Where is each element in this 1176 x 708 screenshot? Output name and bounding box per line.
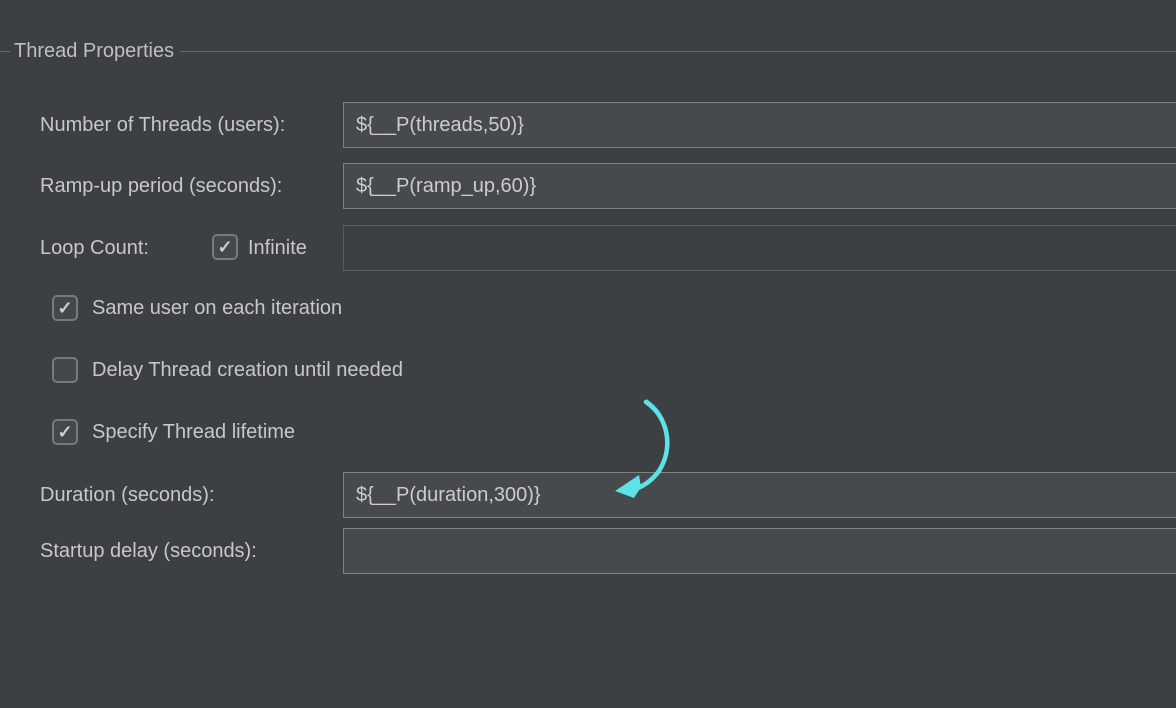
threads-label: Number of Threads (users): (40, 102, 285, 148)
infinite-checkbox[interactable]: ✓ (212, 234, 238, 260)
group-border-left-dash (0, 51, 10, 52)
threads-input[interactable] (343, 102, 1176, 148)
delay-creation-checkbox[interactable] (52, 357, 78, 383)
thread-lifetime-checkbox-label: Specify Thread lifetime (92, 419, 295, 445)
check-icon: ✓ (217, 238, 232, 256)
startup-delay-input[interactable] (343, 528, 1176, 574)
ramp-up-input[interactable] (343, 163, 1176, 209)
thread-properties-group-border: Thread Properties (0, 40, 1176, 62)
thread-properties-panel: { "panel": { "title": "Thread Properties… (0, 0, 1176, 708)
same-user-checkbox-label: Same user on each iteration (92, 295, 342, 321)
check-icon: ✓ (57, 299, 72, 317)
loop-count-input[interactable] (343, 225, 1176, 271)
same-user-checkbox[interactable]: ✓ (52, 295, 78, 321)
ramp-up-label: Ramp-up period (seconds): (40, 163, 282, 209)
duration-label: Duration (seconds): (40, 472, 215, 518)
duration-input[interactable] (343, 472, 1176, 518)
thread-lifetime-checkbox[interactable]: ✓ (52, 419, 78, 445)
delay-creation-checkbox-label: Delay Thread creation until needed (92, 357, 403, 383)
startup-delay-label: Startup delay (seconds): (40, 528, 257, 574)
check-icon: ✓ (57, 423, 72, 441)
infinite-checkbox-label: Infinite (248, 225, 307, 271)
group-title: Thread Properties (14, 40, 174, 63)
loop-count-label: Loop Count: (40, 225, 149, 271)
group-border-line (180, 51, 1176, 52)
